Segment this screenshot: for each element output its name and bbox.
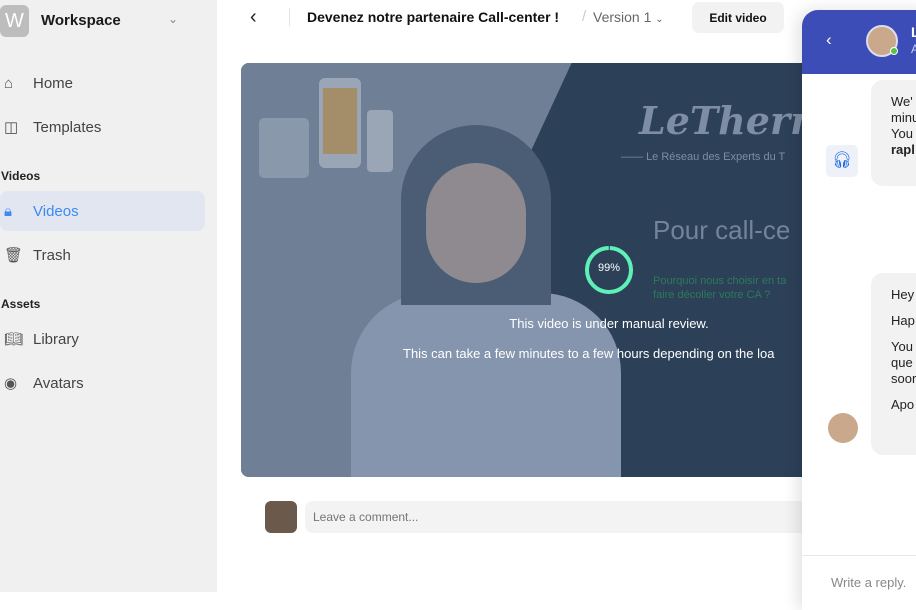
user-circle-icon: ◉	[4, 375, 18, 392]
user-avatar	[265, 501, 297, 533]
sidebar-item-home[interactable]: ⌂ Home	[0, 63, 205, 103]
sidebar-item-label: Trash	[33, 246, 71, 264]
sidebar-item-library[interactable]: 📖︎ Library	[0, 319, 205, 359]
review-detail: This can take a few minutes to a few hou…	[403, 346, 775, 361]
slide-question: Pourquoi nous choisir en ta faire décolle…	[653, 275, 787, 301]
sidebar: W Workspace ⌄ ⌂ Home ◫ Templates Videos 🔒︎…	[0, 0, 217, 592]
chat-message: Hey Hap You que soor Apo	[871, 273, 916, 455]
layout-icon: ◫	[4, 119, 19, 136]
chat-back-button[interactable]: ‹	[826, 30, 832, 50]
trash-icon: 🗑︎	[4, 247, 24, 264]
section-videos: Videos	[1, 169, 41, 183]
presenter-face	[426, 163, 526, 283]
workspace-name[interactable]: Workspace	[41, 12, 121, 29]
video-preview[interactable]: LeThermostat —— Le Réseau des Experts du…	[241, 63, 821, 477]
breadcrumb-separator: /	[582, 8, 587, 25]
online-status-dot	[890, 47, 898, 55]
back-button[interactable]: ‹	[250, 6, 257, 29]
sidebar-item-label: Avatars	[33, 374, 84, 392]
sidebar-item-label: Home	[33, 74, 74, 92]
headset-icon: 🎧︎	[826, 145, 858, 177]
review-status: This video is under manual review.	[509, 316, 709, 331]
book-icon: 📖︎	[4, 331, 24, 348]
section-assets: Assets	[1, 297, 41, 311]
reply-input[interactable]: Write a reply.	[802, 555, 916, 590]
home-icon: ⌂	[4, 74, 14, 92]
lock-icon: 🔒︎	[4, 202, 12, 220]
progress-label: 99%	[597, 262, 621, 274]
divider	[289, 8, 290, 26]
page-title: Devenez notre partenaire Call-center !	[307, 9, 560, 25]
sidebar-item-label: Library	[33, 330, 79, 348]
sidebar-item-templates[interactable]: ◫ Templates	[0, 107, 205, 147]
sidebar-item-label: Templates	[33, 118, 102, 136]
agent-avatar-small	[828, 413, 858, 443]
agent-status: A	[911, 42, 916, 56]
chevron-down-icon: ⌄	[655, 14, 664, 25]
comment-input[interactable]	[305, 501, 815, 533]
sidebar-item-trash[interactable]: 🗑︎ Trash	[0, 235, 205, 275]
agent-name: L	[911, 24, 916, 40]
brand-logo: LeThermostat	[639, 98, 821, 143]
edit-video-button[interactable]: Edit video	[692, 2, 784, 33]
chevron-down-icon[interactable]: ⌄	[168, 12, 178, 26]
sidebar-item-avatars[interactable]: ◉ Avatars	[0, 363, 205, 403]
chat-header: ‹ L A	[802, 10, 916, 74]
brand-tagline: —— Le Réseau des Experts du T	[621, 151, 786, 163]
version-dropdown[interactable]: Version 1 ⌄	[593, 9, 664, 25]
slide-headline: Pour call-ce	[653, 215, 791, 245]
thermostat-devices-image	[259, 78, 393, 178]
chat-panel: ‹ L A We' minu You rapl 🎧︎ Hey Hap You que soor…	[802, 10, 916, 610]
sidebar-item-videos[interactable]: 🔒︎ Videos	[0, 191, 205, 231]
chat-message: We' minu You rapl	[871, 80, 916, 186]
version-label: Version 1	[593, 9, 652, 25]
sidebar-item-label: Videos	[33, 202, 79, 220]
workspace-avatar[interactable]: W	[0, 5, 29, 37]
